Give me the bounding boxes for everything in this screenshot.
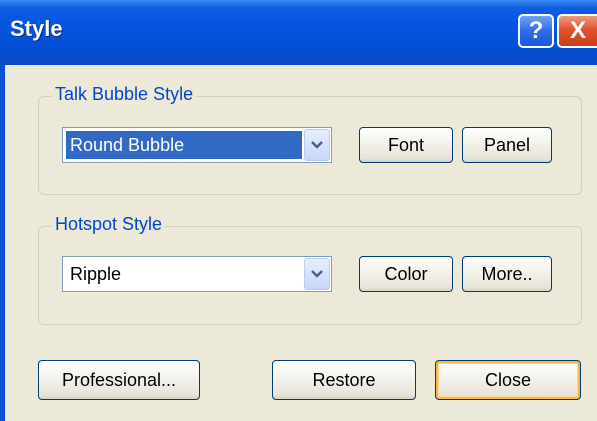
close-x-icon: X (569, 17, 586, 44)
more-button[interactable]: More.. (462, 256, 552, 292)
hotspot-style-select[interactable]: Ripple (62, 256, 332, 292)
panel-button[interactable]: Panel (462, 127, 552, 163)
close-button[interactable]: Close (435, 360, 581, 400)
title-bar[interactable]: Style ? X (0, 0, 597, 65)
style-dialog: Style ? X Talk Bubble Style Round Bubble… (0, 0, 597, 421)
chevron-down-icon[interactable] (304, 129, 330, 161)
talk-bubble-style-value: Round Bubble (66, 131, 302, 159)
window-border (0, 65, 5, 421)
help-button[interactable]: ? (518, 14, 554, 48)
talk-bubble-style-select[interactable]: Round Bubble (62, 127, 332, 163)
font-button[interactable]: Font (359, 127, 453, 163)
restore-button[interactable]: Restore (272, 360, 416, 400)
question-mark-icon: ? (528, 17, 544, 44)
window-close-button[interactable]: X (557, 14, 597, 48)
hotspot-legend: Hotspot Style (52, 214, 166, 235)
hotspot-style-value: Ripple (70, 264, 122, 284)
chevron-down-icon[interactable] (304, 258, 330, 290)
talk-bubble-legend: Talk Bubble Style (52, 84, 197, 105)
color-button[interactable]: Color (359, 256, 453, 292)
professional-button[interactable]: Professional... (38, 360, 200, 400)
window-title: Style (10, 16, 63, 41)
